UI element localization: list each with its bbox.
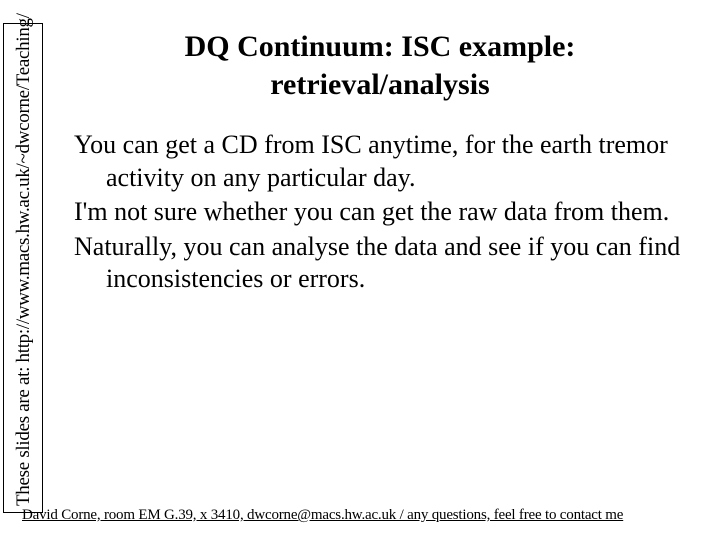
body-paragraph-1: You can get a CD from ISC anytime, for t…	[74, 129, 686, 194]
side-url-note: These slides are at: http://www.macs.hw.…	[3, 23, 43, 513]
body-paragraph-3: Naturally, you can analyse the data and …	[74, 231, 686, 296]
slide: These slides are at: http://www.macs.hw.…	[0, 0, 720, 540]
slide-main: DQ Continuum: ISC example: retrieval/ana…	[50, 0, 710, 498]
slide-footer: David Corne, room EM G.39, x 3410, dwcor…	[22, 507, 698, 524]
slide-title: DQ Continuum: ISC example: retrieval/ana…	[74, 28, 686, 103]
body-paragraph-2: I'm not sure whether you can get the raw…	[74, 196, 686, 229]
slide-body: You can get a CD from ISC anytime, for t…	[74, 129, 686, 296]
